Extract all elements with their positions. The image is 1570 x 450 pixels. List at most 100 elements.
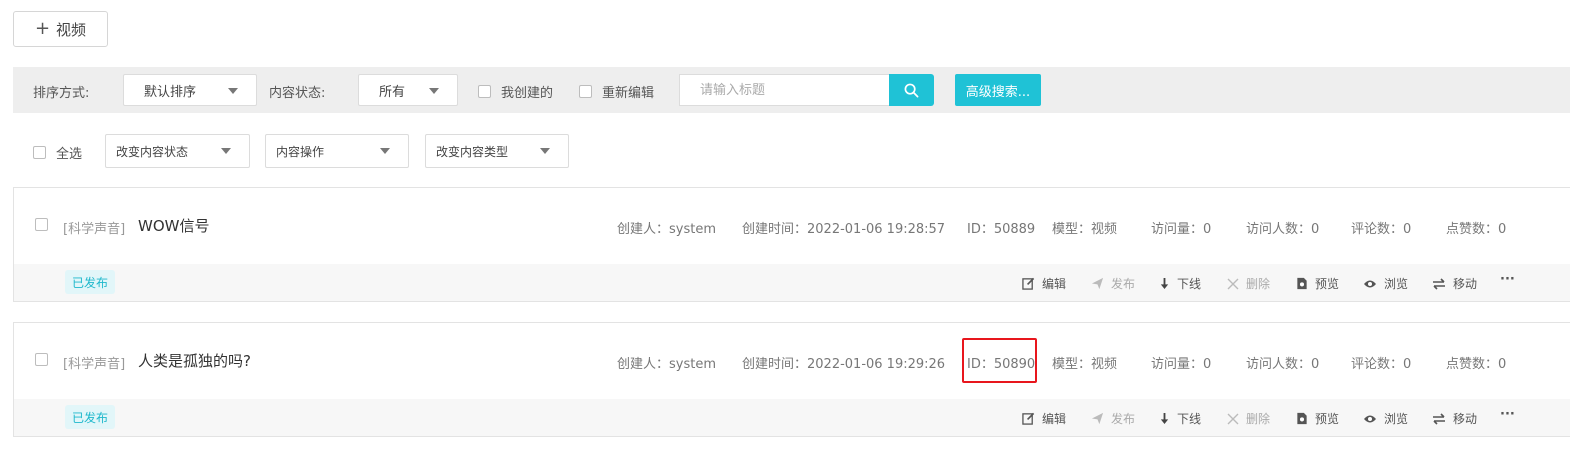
browse-button[interactable]: 浏览: [1363, 275, 1408, 292]
item-comments: 评论数：0: [1351, 222, 1412, 237]
offline-button[interactable]: 下线: [1159, 275, 1201, 292]
chevron-down-icon: [228, 88, 238, 94]
item-creator: 创建人：system: [617, 357, 716, 372]
checkbox-box: [478, 85, 491, 98]
preview-icon: [1297, 412, 1307, 425]
arrow-down-icon: [1160, 278, 1169, 289]
content-ops-select[interactable]: 内容操作: [265, 134, 409, 168]
delete-button[interactable]: 删除: [1227, 410, 1270, 427]
re-edit-checkbox[interactable]: 重新编辑: [579, 82, 654, 101]
checkbox-box: [33, 146, 46, 159]
eye-icon: [1364, 415, 1376, 422]
publish-label: 发布: [1111, 412, 1136, 426]
preview-button[interactable]: 预览: [1296, 410, 1339, 427]
status-badge: 已发布: [65, 270, 116, 294]
preview-icon: [1297, 277, 1307, 290]
item-created-time: 创建时间：2022-01-06 19:28:57: [742, 222, 946, 237]
search-button[interactable]: [889, 74, 934, 106]
publish-button[interactable]: 发布: [1091, 275, 1135, 292]
item-model: 模型：视频: [1052, 357, 1118, 372]
close-icon: [1227, 413, 1239, 424]
chevron-down-icon: [540, 148, 550, 154]
content-item-header: [科学声音] WOW信号 创建人：system 创建时间：2022-01-06 …: [14, 188, 1570, 264]
move-button[interactable]: 移动: [1432, 410, 1477, 427]
offline-label: 下线: [1177, 412, 1202, 426]
move-button[interactable]: 移动: [1432, 275, 1477, 292]
close-icon: [1227, 278, 1239, 289]
item-comments: 评论数：0: [1351, 357, 1412, 372]
item-title[interactable]: 人类是孤独的吗?: [138, 350, 251, 371]
eye-icon: [1364, 280, 1376, 287]
content-item-header: [科学声音] 人类是孤独的吗? 创建人：system 创建时间：2022-01-…: [14, 323, 1570, 399]
publish-button[interactable]: 发布: [1091, 410, 1135, 427]
sort-select[interactable]: 默认排序: [123, 74, 257, 106]
item-visits: 访问量：0: [1151, 357, 1212, 372]
item-category: [科学声音]: [63, 222, 126, 237]
item-category: [科学声音]: [63, 357, 126, 372]
plus-icon: +: [34, 18, 51, 39]
offline-label: 下线: [1177, 277, 1202, 291]
send-icon: [1091, 277, 1104, 290]
sort-label: 排序方式:: [33, 86, 90, 101]
item-creator: 创建人：system: [617, 222, 716, 237]
advanced-search-button[interactable]: 高级搜索...: [955, 74, 1041, 106]
change-type-label: 改变内容类型: [436, 144, 509, 159]
add-video-label: 视频: [56, 20, 87, 39]
browse-label: 浏览: [1384, 412, 1409, 426]
change-status-label: 改变内容状态: [116, 144, 189, 159]
status-select-value: 所有: [379, 84, 406, 100]
status-select[interactable]: 所有: [358, 74, 458, 106]
move-label: 移动: [1453, 412, 1478, 426]
delete-button[interactable]: 删除: [1227, 275, 1270, 292]
content-item-actions: 已发布 编辑 发布 下线 删除 预览 浏览 移动 ···: [14, 399, 1570, 436]
change-status-select[interactable]: 改变内容状态: [105, 134, 250, 168]
search-icon: [904, 83, 919, 97]
swap-icon: [1433, 412, 1445, 425]
item-id: ID：50889: [967, 222, 1036, 237]
publish-label: 发布: [1111, 277, 1136, 291]
preview-button[interactable]: 预览: [1296, 275, 1339, 292]
item-visitors: 访问人数：0: [1246, 357, 1320, 372]
edit-label: 编辑: [1042, 277, 1067, 291]
checkbox-box: [579, 85, 592, 98]
edit-button[interactable]: 编辑: [1022, 410, 1066, 427]
delete-label: 删除: [1246, 412, 1271, 426]
browse-button[interactable]: 浏览: [1363, 410, 1408, 427]
re-edit-label: 重新编辑: [602, 86, 655, 101]
change-type-select[interactable]: 改变内容类型: [425, 134, 569, 168]
item-id: ID：50890: [967, 357, 1036, 372]
delete-label: 删除: [1246, 277, 1271, 291]
status-badge: 已发布: [65, 405, 116, 429]
more-icon[interactable]: ···: [1500, 407, 1515, 422]
chevron-down-icon: [429, 88, 439, 94]
edit-icon: [1022, 277, 1035, 290]
more-icon[interactable]: ···: [1500, 272, 1515, 287]
edit-label: 编辑: [1042, 412, 1067, 426]
item-checkbox[interactable]: [35, 218, 48, 231]
arrow-down-icon: [1160, 413, 1169, 424]
select-all-checkbox[interactable]: 全选: [33, 143, 82, 162]
item-visits: 访问量：0: [1151, 222, 1212, 237]
item-checkbox[interactable]: [35, 353, 48, 366]
chevron-down-icon: [380, 148, 390, 154]
item-title[interactable]: WOW信号: [138, 215, 209, 236]
item-visitors: 访问人数：0: [1246, 222, 1320, 237]
content-item: [科学声音] 人类是孤独的吗? 创建人：system 创建时间：2022-01-…: [13, 322, 1570, 437]
move-label: 移动: [1453, 277, 1478, 291]
swap-icon: [1433, 277, 1445, 290]
my-created-checkbox[interactable]: 我创建的: [478, 82, 553, 101]
item-created-time: 创建时间：2022-01-06 19:29:26: [742, 357, 946, 372]
item-likes: 点赞数：0: [1446, 222, 1507, 237]
edit-button[interactable]: 编辑: [1022, 275, 1066, 292]
search-input[interactable]: [679, 74, 890, 106]
content-ops-label: 内容操作: [276, 144, 325, 159]
send-icon: [1091, 412, 1104, 425]
offline-button[interactable]: 下线: [1159, 410, 1201, 427]
select-all-label: 全选: [56, 147, 83, 162]
chevron-down-icon: [221, 148, 231, 154]
preview-label: 预览: [1315, 412, 1340, 426]
filter-bar: 排序方式: 默认排序 内容状态: 所有 我创建的 重新编辑 高级搜索...: [13, 67, 1570, 113]
my-created-label: 我创建的: [501, 86, 554, 101]
item-likes: 点赞数：0: [1446, 357, 1507, 372]
add-video-button[interactable]: + 视频: [13, 11, 108, 47]
